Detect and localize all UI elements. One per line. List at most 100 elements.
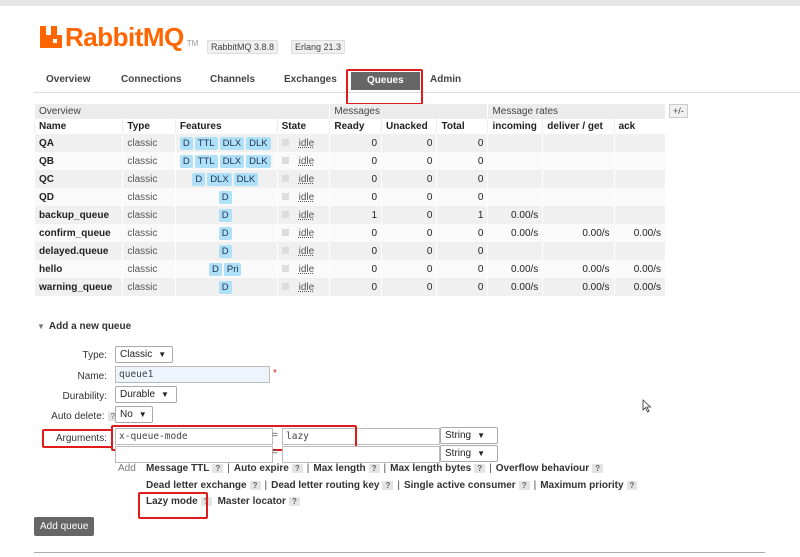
- auto-delete-label-text: Auto delete:: [51, 411, 105, 422]
- col-ready[interactable]: Ready: [329, 119, 382, 134]
- argument-hint-link[interactable]: Message TTL: [146, 463, 209, 474]
- queue-state: idle: [276, 278, 330, 296]
- argument-hint-link[interactable]: Max length: [313, 463, 365, 474]
- help-icon[interactable]: ?: [212, 464, 224, 473]
- deliver-get-rate: [542, 152, 615, 170]
- total-count: 0: [436, 152, 488, 170]
- col-state[interactable]: State: [276, 119, 330, 134]
- tab-channels[interactable]: Channels: [210, 74, 255, 85]
- top-bar: [0, 0, 800, 6]
- state-text: idle: [298, 155, 315, 167]
- chevron-down-icon: ▼: [138, 410, 147, 419]
- queue-name-link[interactable]: backup_queue: [33, 206, 123, 224]
- queue-name-link[interactable]: confirm_queue: [33, 224, 123, 242]
- durability-label: Durability:: [62, 391, 107, 402]
- col-ack[interactable]: ack: [613, 119, 665, 134]
- help-icon[interactable]: ?: [474, 464, 486, 473]
- queue-name-link[interactable]: QC: [33, 170, 123, 188]
- name-input[interactable]: queue1: [115, 366, 270, 383]
- auto-delete-select-value: No: [120, 409, 133, 420]
- unacked-count: 0: [381, 188, 437, 206]
- argument-value-input-2[interactable]: [282, 446, 440, 463]
- table-row[interactable]: backup_queue classic Didle 1 0 1 0.00/s: [33, 206, 665, 224]
- argument-type-select-2[interactable]: String ▼: [440, 445, 498, 462]
- col-type[interactable]: Type: [122, 119, 176, 134]
- deliver-get-rate: [542, 170, 615, 188]
- argument-hint-link[interactable]: Auto expire: [234, 463, 289, 474]
- tab-overview[interactable]: Overview: [46, 74, 90, 85]
- queue-state: idle: [276, 224, 330, 242]
- table-group-header: Overview Messages Message rates: [33, 104, 665, 119]
- queue-state: idle: [276, 170, 330, 188]
- help-icon[interactable]: ?: [518, 481, 530, 490]
- auto-delete-select[interactable]: No ▼: [115, 406, 153, 423]
- hint-separator: |: [489, 463, 492, 474]
- queue-type: classic: [122, 224, 176, 242]
- argument-hint-link[interactable]: Dead letter routing key: [271, 480, 379, 491]
- columns-toggle-button[interactable]: +/-: [669, 104, 688, 118]
- state-text: idle: [298, 281, 315, 293]
- tab-connections[interactable]: Connections: [121, 74, 182, 85]
- argument-hint-link[interactable]: Maximum priority: [540, 480, 623, 491]
- help-icon[interactable]: ?: [249, 481, 261, 490]
- deliver-get-rate: [542, 206, 615, 224]
- col-unacked[interactable]: Unacked: [381, 119, 437, 134]
- feature-badge: TTL: [194, 136, 218, 150]
- group-overview: Overview: [33, 104, 330, 119]
- help-icon[interactable]: ?: [592, 464, 603, 473]
- feature-badge: D: [218, 208, 232, 222]
- table-row[interactable]: QA classic D TTL DLX DLK idle 0 0 0: [33, 134, 665, 152]
- queue-name-link[interactable]: QA: [33, 134, 123, 152]
- deliver-get-rate: 0.00/s: [542, 278, 615, 296]
- feature-badge: DLX: [219, 136, 245, 150]
- table-row[interactable]: hello classic D Pri idle 0 0 0 0.00/s 0.00/s 0.00/…: [33, 260, 665, 278]
- queue-name-link[interactable]: hello: [33, 260, 123, 278]
- table-row[interactable]: QD classic Didle 0 0 0: [33, 188, 665, 206]
- add-queue-button[interactable]: Add queue: [34, 517, 95, 536]
- argument-key-input-2[interactable]: [115, 446, 273, 463]
- argument-hint-link[interactable]: Max length bytes: [390, 463, 471, 474]
- feature-badge: D: [218, 190, 232, 204]
- table-row[interactable]: QC classic D DLX DLK idle 0 0 0: [33, 170, 665, 188]
- help-icon[interactable]: ?: [626, 481, 638, 490]
- queue-name-link[interactable]: QD: [33, 188, 123, 206]
- argument-hint-link[interactable]: Dead letter exchange: [146, 480, 247, 491]
- help-icon[interactable]: ?: [288, 497, 300, 506]
- auto-delete-label: Auto delete:?: [6, 411, 118, 422]
- col-name[interactable]: Name: [33, 119, 123, 134]
- help-icon[interactable]: ?: [368, 464, 380, 473]
- add-queue-section-toggle[interactable]: ▼ Add a new queue: [37, 321, 131, 332]
- col-total[interactable]: Total: [436, 119, 488, 134]
- type-select[interactable]: Classic ▼: [115, 346, 173, 363]
- queue-features: D: [174, 188, 278, 206]
- queue-name-link[interactable]: warning_queue: [33, 278, 123, 296]
- argument-hint-link[interactable]: Overflow behaviour: [496, 463, 589, 474]
- argument-hint-link[interactable]: Master locator: [218, 496, 286, 507]
- state-indicator-icon: [281, 175, 289, 183]
- queue-type: classic: [122, 242, 176, 260]
- help-icon[interactable]: ?: [291, 464, 303, 473]
- add-hint-label: Add: [118, 463, 136, 474]
- col-deliver-get[interactable]: deliver / get: [542, 119, 615, 134]
- tab-admin[interactable]: Admin: [430, 74, 461, 85]
- state-indicator-icon: [281, 157, 289, 165]
- incoming-rate: [487, 242, 543, 260]
- table-row[interactable]: warning_queue classic Didle 0 0 0 0.00/s 0.00/s…: [33, 278, 665, 296]
- col-features[interactable]: Features: [174, 119, 278, 134]
- queue-name-link[interactable]: delayed.queue: [33, 242, 123, 260]
- tab-exchanges[interactable]: Exchanges: [284, 74, 337, 85]
- deliver-get-rate: 0.00/s: [542, 260, 615, 278]
- durability-select[interactable]: Durable ▼: [115, 386, 177, 403]
- table-row[interactable]: QB classic D TTL DLX DLK idle 0 0 0: [33, 152, 665, 170]
- state-text: idle: [298, 227, 315, 239]
- ack-rate: [613, 206, 665, 224]
- version-badge: RabbitMQ 3.8.8: [207, 40, 279, 54]
- table-row[interactable]: delayed.queue classic Didle 0 0 0: [33, 242, 665, 260]
- col-incoming[interactable]: incoming: [487, 119, 543, 134]
- table-row[interactable]: confirm_queue classic Didle 0 0 0 0.00/s 0.00/s…: [33, 224, 665, 242]
- help-icon[interactable]: ?: [382, 481, 394, 490]
- queue-name-link[interactable]: QB: [33, 152, 123, 170]
- argument-hint-link[interactable]: Single active consumer: [404, 480, 516, 491]
- total-count: 0: [436, 224, 488, 242]
- argument-type-select[interactable]: String ▼: [440, 427, 498, 444]
